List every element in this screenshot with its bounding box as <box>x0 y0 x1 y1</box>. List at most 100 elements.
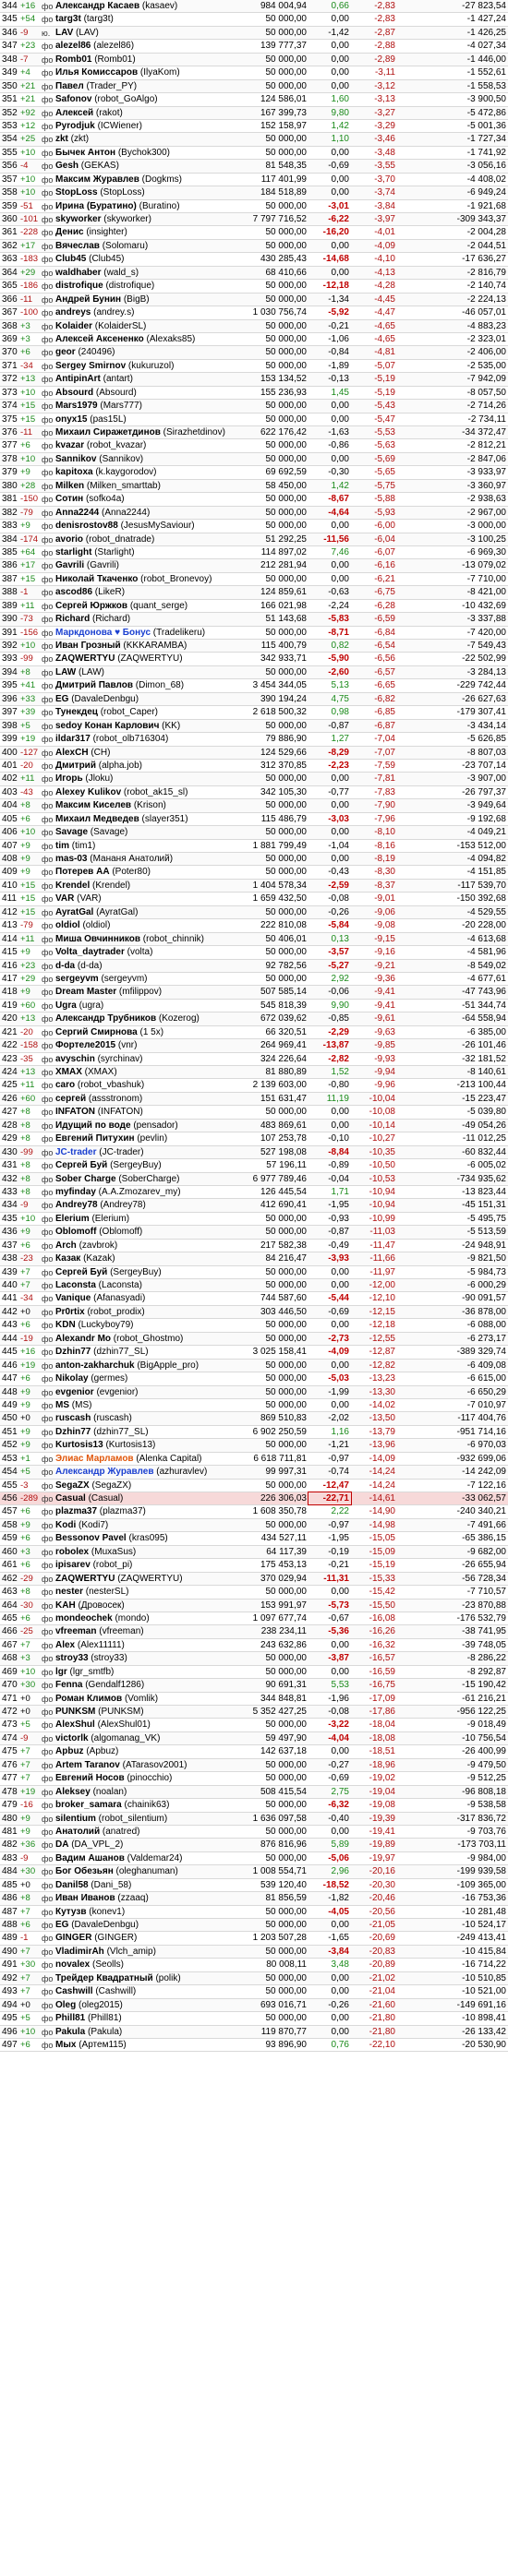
participant-name-link[interactable]: oldiol <box>55 920 80 930</box>
participant-cell[interactable]: Элиас Марламов (Alenka Capital) <box>54 1453 241 1465</box>
participant-cell[interactable]: robolex (MuxaSus) <box>54 1546 241 1558</box>
participant-cell[interactable]: avyschin (syrchinav) <box>54 1053 241 1065</box>
participant-name-link[interactable]: kvazar <box>55 440 84 450</box>
participant-name-link[interactable]: Сергей Буй <box>55 1267 107 1277</box>
participant-name-link[interactable]: Кутузв <box>55 1907 86 1917</box>
participant-name-link[interactable]: Дмитрий <box>55 761 96 771</box>
participant-name-link[interactable]: AyratGal <box>55 907 93 917</box>
participant-cell[interactable]: Идущий по воде (pensador) <box>54 1120 241 1132</box>
participant-name-link[interactable]: Aleksey <box>55 1787 91 1797</box>
participant-cell[interactable]: myfinday (A.A.Zmozarev_my) <box>54 1186 241 1198</box>
participant-name-link[interactable]: Иван Иванов <box>55 1893 115 1903</box>
participant-cell[interactable]: Savage (Savage) <box>54 826 241 838</box>
participant-name-link[interactable]: Ugra <box>55 1000 77 1011</box>
participant-name-link[interactable]: Pr0rtix <box>55 1307 85 1317</box>
participant-name-link[interactable]: Kolaider <box>55 321 92 331</box>
participant-name-link[interactable]: Sergey Smirnov <box>55 361 126 371</box>
participant-cell[interactable]: caro (robot_vbashuk) <box>54 1079 241 1091</box>
participant-cell[interactable]: targ3t (targ3t) <box>54 13 241 25</box>
participant-cell[interactable]: Pr0rtix (robot_prodix) <box>54 1306 241 1318</box>
participant-cell[interactable]: Absourd (Absourd) <box>54 387 241 399</box>
participant-name-link[interactable]: lgr <box>55 1667 67 1677</box>
participant-name-link[interactable]: Alexandr Mo <box>55 1334 111 1344</box>
participant-cell[interactable]: vfreeman (vfreeman) <box>54 1625 241 1637</box>
participant-cell[interactable]: Евгений Питухин (pevlin) <box>54 1132 241 1144</box>
participant-cell[interactable]: ascod86 (LikeR) <box>54 586 241 598</box>
participant-cell[interactable]: Максим Киселев (Krison) <box>54 799 241 811</box>
participant-cell[interactable]: VladimirAh (Vlch_amip) <box>54 1946 241 1958</box>
participant-cell[interactable]: Vanique (Afanasyadi) <box>54 1292 241 1304</box>
participant-cell[interactable]: Volta_daytrader (volta) <box>54 946 241 958</box>
participant-name-link[interactable]: Бог Обезьян <box>55 1866 114 1876</box>
participant-name-link[interactable]: sergeyvm <box>55 974 99 984</box>
participant-cell[interactable]: andreys (andrey.s) <box>54 306 241 318</box>
participant-cell[interactable]: Oleg (oleg2015) <box>54 1999 241 2011</box>
participant-name-link[interactable]: Sannikov <box>55 454 96 464</box>
participant-name-link[interactable]: сергей <box>55 1094 86 1104</box>
participant-cell[interactable]: Алексей Аксененко (Alexaks85) <box>54 333 241 345</box>
participant-name-link[interactable]: mas-03 <box>55 854 87 864</box>
participant-name-link[interactable]: Александр Трубников <box>55 1013 156 1024</box>
participant-cell[interactable]: StopLoss (StopLoss) <box>54 186 241 198</box>
participant-name-link[interactable]: kapitoxa <box>55 467 93 477</box>
participant-cell[interactable]: Евгений Носов (pinocchio) <box>54 1772 241 1784</box>
participant-cell[interactable]: Sober Charge (SoberCharge) <box>54 1173 241 1185</box>
participant-cell[interactable]: ipisarev (robot_pi) <box>54 1559 241 1571</box>
participant-cell[interactable]: onyx15 (pas15L) <box>54 413 241 425</box>
participant-name-link[interactable]: Мых <box>55 2040 76 2050</box>
participant-name-link[interactable]: LAW <box>55 667 76 677</box>
participant-cell[interactable]: Pyrodjuk (ICWiener) <box>54 120 241 132</box>
participant-name-link[interactable]: Fenna <box>55 1680 82 1690</box>
participant-cell[interactable]: Alexey Kulikov (robot_ak15_sl) <box>54 786 241 798</box>
participant-cell[interactable]: Михаил Сиражетдинов (Sirazhetdinov) <box>54 426 241 438</box>
participant-name-link[interactable]: Илья Комиссаров <box>55 67 138 78</box>
participant-name-link[interactable]: XMAX <box>55 1067 82 1077</box>
participant-name-link[interactable]: Роман Климов <box>55 1694 122 1704</box>
participant-cell[interactable]: plazma37 (plazma37) <box>54 1505 241 1517</box>
participant-name-link[interactable]: Danil58 <box>55 1880 89 1890</box>
participant-name-link[interactable]: Artem Taranov <box>55 1760 120 1770</box>
participant-cell[interactable]: Phill81 (Phill81) <box>54 2012 241 2024</box>
participant-name-link[interactable]: Александр Журавлев <box>55 1467 153 1477</box>
participant-name-link[interactable]: Игорь <box>55 773 83 784</box>
participant-name-link[interactable]: Сергей Буй <box>55 1160 107 1170</box>
participant-cell[interactable]: KAH (Дровосек) <box>54 1600 241 1611</box>
participant-cell[interactable]: Kolaider (KolaiderSL) <box>54 320 241 332</box>
participant-cell[interactable]: Bessonov Pavel (kras095) <box>54 1532 241 1544</box>
participant-name-link[interactable]: Alex <box>55 1640 75 1650</box>
participant-name-link[interactable]: novalex <box>55 1959 90 1970</box>
participant-name-link[interactable]: EG <box>55 1920 68 1930</box>
participant-cell[interactable]: AyratGal (AyratGal) <box>54 906 241 918</box>
participant-cell[interactable]: ildar317 (robot_olb716304) <box>54 733 241 745</box>
participant-name-link[interactable]: Сергей Юржков <box>55 601 127 611</box>
participant-name-link[interactable]: Oblomoff <box>55 1227 96 1237</box>
participant-cell[interactable]: Safonov (robot_GoAlgo) <box>54 93 241 105</box>
participant-cell[interactable]: Apbuz (Apbuz) <box>54 1745 241 1757</box>
participant-name-link[interactable]: geor <box>55 347 76 357</box>
participant-cell[interactable]: stroy33 (stroy33) <box>54 1652 241 1664</box>
participant-cell[interactable]: Казак (Kazak) <box>54 1252 241 1264</box>
participant-name-link[interactable]: Ирина (Буратино) <box>55 201 137 211</box>
participant-name-link[interactable]: Dzhin77 <box>55 1427 91 1437</box>
participant-cell[interactable]: Илья Комиссаров (IlyaKom) <box>54 66 241 78</box>
participant-cell[interactable]: Александр Трубников (Kozerog) <box>54 1012 241 1024</box>
participant-cell[interactable]: evgenior (evgenior) <box>54 1386 241 1398</box>
participant-cell[interactable]: Сергий Смирнова (1 5x) <box>54 1026 241 1038</box>
participant-cell[interactable]: AntipinArt (antart) <box>54 373 241 385</box>
participant-cell[interactable]: Александр Касаев (kasaev) <box>54 0 241 12</box>
participant-cell[interactable]: Дмитрий (alpha.job) <box>54 760 241 772</box>
participant-name-link[interactable]: Oleg <box>55 2000 76 2010</box>
participant-name-link[interactable]: vfreeman <box>55 1626 96 1636</box>
participant-cell[interactable]: LAW (LAW) <box>54 666 241 678</box>
participant-name-link[interactable]: Михаил Сиражетдинов <box>55 427 161 437</box>
participant-name-link[interactable]: Romb01 <box>55 54 91 65</box>
participant-name-link[interactable]: robolex <box>55 1547 89 1557</box>
participant-name-link[interactable]: avorio <box>55 534 83 545</box>
participant-cell[interactable]: PUNKSM (PUNKSM) <box>54 1706 241 1718</box>
participant-name-link[interactable]: Kodi <box>55 1520 76 1530</box>
participant-cell[interactable]: Сотин (sofko4a) <box>54 493 241 505</box>
participant-name-link[interactable]: SegaZX <box>55 1480 90 1491</box>
participant-name-link[interactable]: Вадим Ашанов <box>55 1853 125 1863</box>
participant-cell[interactable]: JC-trader (JC-trader) <box>54 1146 241 1158</box>
participant-cell[interactable]: Игорь (Jloku) <box>54 773 241 785</box>
